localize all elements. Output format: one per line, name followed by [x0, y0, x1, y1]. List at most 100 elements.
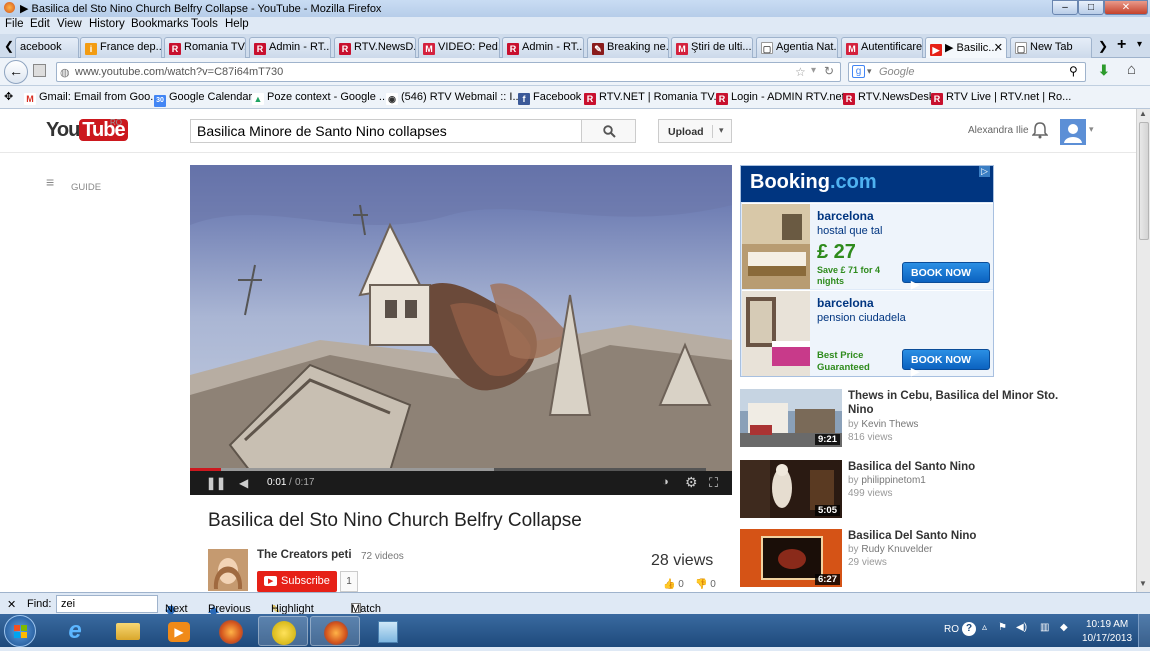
menu-help[interactable]: Help [225, 18, 249, 30]
pause-button[interactable]: ❚❚ [206, 476, 226, 490]
tabs-scroll-right-icon[interactable]: ❯ [1098, 39, 1108, 53]
tab-facebook[interactable]: acebook [15, 37, 79, 58]
guide-label[interactable]: GUIDE [71, 182, 101, 193]
booking-ad[interactable]: Booking.com ▷ barcelona hostal que tal £… [740, 165, 994, 378]
minimize-button[interactable]: – [1052, 0, 1078, 15]
subscribe-button[interactable]: ▶ Subscribe [257, 571, 337, 592]
dropdown-icon[interactable]: ▾ [811, 65, 816, 76]
video-player[interactable]: ❚❚ ◀ 0:01 / 0:17 ◑ ⚙ ⛶ [190, 165, 732, 495]
tray-flag-icon[interactable]: ⚑ [998, 622, 1007, 633]
tray-expand-icon[interactable]: ▵ [982, 622, 987, 633]
account-dropdown-icon[interactable]: ▾ [1089, 124, 1094, 135]
back-button[interactable]: ← [4, 60, 28, 84]
close-window-button[interactable]: ✕ [1104, 0, 1148, 15]
clock-date[interactable]: 10/17/2013 [1082, 633, 1132, 644]
tab-admin-rt-2[interactable]: R Admin - RT... [502, 37, 584, 58]
tabs-scroll-left-icon[interactable]: ❮ [4, 39, 14, 53]
reload-icon[interactable]: ↻ [824, 64, 834, 78]
firefox-active-icon[interactable] [310, 616, 360, 646]
suggested-video[interactable]: 6:27 Basilica Del Santo Nino by Rudy Knu… [740, 529, 1070, 589]
tab-video-ped[interactable]: MVIDEO: Ped... [418, 37, 500, 58]
help-icon[interactable]: ? [962, 622, 976, 636]
notepad-icon[interactable] [362, 616, 412, 646]
channel-video-count[interactable]: 72 videos [361, 551, 404, 562]
tab-france[interactable]: i France dep... [80, 37, 162, 58]
download-icon[interactable]: ⬇ [1098, 62, 1110, 79]
video-thumbnail[interactable]: 6:27 [740, 529, 842, 587]
new-tab-button[interactable]: + [1117, 36, 1126, 54]
search-engine-box[interactable]: g ▾ Google ⚲ [848, 62, 1086, 82]
guide-menu-icon[interactable]: ≡ [46, 175, 62, 189]
book-now-button-1[interactable]: BOOK NOW ▶ [902, 262, 990, 291]
tab-agentia[interactable]: ▢ Agentia Nat... [756, 37, 838, 58]
scroll-thumb[interactable] [1139, 122, 1149, 240]
menu-view[interactable]: View [57, 18, 82, 30]
find-close-icon[interactable]: ✕ [7, 598, 16, 611]
tab-breaking-news[interactable]: ✎ Breaking ne... [587, 37, 669, 58]
home-icon[interactable]: ⌂ [1127, 61, 1136, 78]
language-indicator[interactable]: RO [944, 624, 959, 635]
tab-admin-rt[interactable]: R Admin - RT... [249, 37, 331, 58]
channel-avatar[interactable] [208, 549, 248, 591]
tab-rtv-newsdesk[interactable]: R RTV.NewsD... [334, 37, 416, 58]
menu-bookmarks[interactable]: Bookmarks [131, 18, 189, 30]
scroll-up-icon[interactable]: ▲ [1139, 109, 1147, 118]
bookmark-rtv-net[interactable]: R RTV.NET | Romania TV... [584, 91, 723, 105]
bookmark-gmail[interactable]: M Gmail: Email from Goo... [24, 91, 159, 105]
channel-name[interactable]: The Creators peti [257, 549, 352, 561]
tab-romania-tv[interactable]: RRomania TV... [164, 37, 246, 58]
adchoices-icon[interactable]: ▷ [979, 166, 990, 177]
yahoo-messenger-icon[interactable] [258, 616, 308, 646]
suggested-video-title[interactable]: Basilica del Santo Nino [848, 460, 1068, 474]
upload-dropdown-icon[interactable]: ▾ [712, 125, 724, 138]
tab-basilica-active[interactable]: ▶ ▶ Basilic... ✕ [925, 37, 1007, 58]
bookmark-rtv-live[interactable]: R RTV Live | RTV.net | Ro... [931, 91, 1071, 105]
bookmark-rtv-newsdesk[interactable]: R RTV.NewsDesk [843, 91, 934, 105]
youtube-search-input[interactable]: Basilica Minore de Santo Nino collapses [190, 119, 582, 143]
suggested-video-title[interactable]: Basilica Del Santo Nino [848, 529, 1068, 543]
clock-time[interactable]: 10:19 AM [1086, 619, 1128, 630]
fullscreen-icon[interactable]: ⛶ [709, 475, 718, 491]
bookmark-poze-context[interactable]: ▲ Poze context - Google ... [252, 91, 388, 105]
search-go-icon[interactable]: ⚲ [1069, 64, 1078, 78]
notification-bell-icon[interactable] [1032, 121, 1048, 139]
tab-new-tab[interactable]: ▢ New Tab [1010, 37, 1092, 58]
tray-app-icon[interactable]: ◆ [1060, 622, 1068, 633]
bookmark-move-icon[interactable]: ✥ [4, 90, 13, 103]
find-input[interactable]: zei [56, 595, 158, 613]
dislike-button[interactable]: 👎 0 [695, 579, 716, 590]
scroll-down-icon[interactable]: ▼ [1139, 579, 1147, 588]
suggested-video[interactable]: 9:21 Thews in Cebu, Basilica del Minor S… [740, 389, 1070, 449]
video-thumbnail[interactable]: 9:21 [740, 389, 842, 447]
username[interactable]: Alexandra Ilie [968, 125, 1029, 136]
suggested-video-title[interactable]: Thews in Cebu, Basilica del Minor Sto. N… [848, 389, 1068, 417]
engine-dropdown-icon[interactable]: ▾ [867, 66, 872, 77]
menu-edit[interactable]: Edit [30, 18, 50, 30]
ad-item-2[interactable]: barcelona pension ciudadela Best Price G… [742, 290, 993, 378]
tab-autentificare[interactable]: M Autentificare [841, 37, 923, 58]
tab-close-icon[interactable]: ✕ [994, 41, 1003, 54]
like-button[interactable]: 👍 0 [663, 579, 684, 590]
menu-tools[interactable]: Tools [191, 18, 218, 30]
media-player-icon[interactable]: ▶ [154, 616, 204, 646]
progress-bar[interactable] [190, 468, 706, 471]
file-explorer-icon[interactable] [102, 616, 152, 646]
url-bar[interactable]: ◍ www.youtube.com/watch?v=C87i64mT730 ☆ … [56, 62, 841, 82]
video-frame[interactable] [190, 165, 732, 472]
volume-icon[interactable]: ◀ [239, 476, 248, 490]
bookmark-google-calendar[interactable]: 30 Google Calendar [154, 91, 252, 107]
internet-explorer-icon[interactable]: e [50, 616, 100, 646]
bookmark-star-icon[interactable]: ☆ [795, 65, 806, 79]
start-button[interactable] [4, 615, 36, 647]
bookmark-login-admin[interactable]: R Login - ADMIN RTV.net [716, 91, 845, 105]
book-now-button-2[interactable]: BOOK NOW ▶ [902, 349, 990, 378]
bookmark-webmail[interactable]: ◉ (546) RTV Webmail :: I... [386, 91, 522, 105]
tab-stiri[interactable]: M Ştiri de ulti... [671, 37, 753, 58]
menu-history[interactable]: History [89, 18, 125, 30]
page-scrollbar[interactable]: ▲ ▼ [1136, 109, 1150, 592]
firefox-taskbar-icon[interactable] [206, 616, 256, 646]
youtube-search-button[interactable] [581, 119, 636, 143]
list-all-tabs-icon[interactable]: ▾ [1137, 39, 1142, 50]
maximize-button[interactable]: □ [1078, 0, 1104, 15]
annotations-icon[interactable]: ◑ [662, 476, 669, 488]
